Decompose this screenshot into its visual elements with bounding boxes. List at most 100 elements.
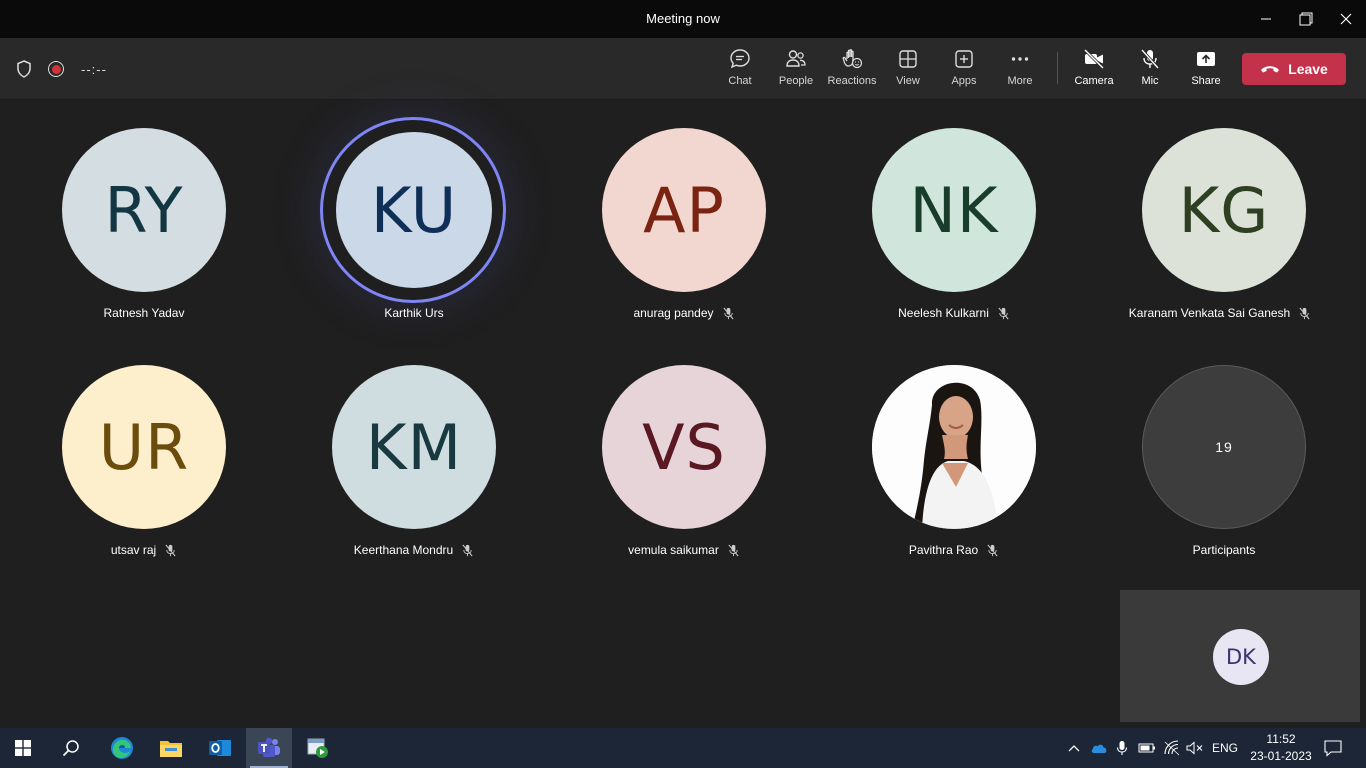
add-app-icon [955,50,973,68]
participant-name-text: Pavithra Rao [908,543,979,557]
reactions-label: Reactions [827,75,877,87]
overflow-count: 19 [1142,365,1306,529]
grid-view-icon [899,50,917,68]
volume-tray-icon[interactable] [1186,728,1204,768]
hang-up-icon [1261,66,1280,73]
chat-button[interactable]: Chat [712,48,768,94]
participant-name-text: Keerthana Mondru [353,543,454,557]
microphone-icon [1116,741,1128,755]
more-dots-icon [1011,57,1029,61]
apps-button[interactable]: Apps [936,48,992,94]
self-avatar: DK [1213,629,1269,685]
notification-icon [1324,740,1342,757]
taskbar-search-button[interactable] [48,728,94,768]
speaker-muted-icon [1186,741,1203,755]
leave-button[interactable]: Leave [1242,53,1346,85]
input-language[interactable]: ENG [1212,741,1238,755]
person-photo-icon [872,365,1036,529]
system-clock[interactable]: 11:52 23-01-2023 [1250,731,1312,765]
wifi-icon [1164,740,1180,756]
leave-label: Leave [1288,61,1328,77]
mic-label: Mic [1141,75,1159,87]
participant-name: utsav raj [4,543,284,557]
participant-name-text: Ratnesh Yadav [103,306,185,320]
close-button[interactable] [1326,0,1366,38]
clock-date: 23-01-2023 [1250,749,1312,763]
show-hidden-icons-button[interactable] [1066,728,1082,768]
file-explorer-app[interactable] [148,728,194,768]
participant-tile[interactable]: VS vemula saikumar [544,365,784,575]
mic-button[interactable]: Mic [1122,48,1178,94]
more-button[interactable]: More [992,48,1048,94]
edge-icon [111,737,133,759]
participant-name: vemula saikumar [544,543,824,557]
recording-icon [48,61,64,77]
avatar: AP [602,128,766,292]
chat-icon [730,49,750,69]
cloud-icon [1091,744,1107,753]
chevron-up-icon [1068,745,1080,752]
muted-mic-icon [722,307,734,319]
avatar: UR [62,365,226,529]
chat-label: Chat [728,75,752,87]
camera-button[interactable]: Camera [1066,48,1122,94]
shield-icon[interactable] [16,60,32,83]
network-tray-icon[interactable] [1163,728,1181,768]
apps-label: Apps [951,75,977,87]
people-button[interactable]: People [768,48,824,94]
participant-tile[interactable]: Pavithra Rao [814,365,1054,575]
share-label: Share [1191,75,1221,87]
view-button[interactable]: View [880,48,936,94]
file-explorer-icon [160,741,182,757]
more-label: More [1007,75,1033,87]
restore-button[interactable] [1286,0,1326,38]
profile-photo [872,365,1036,529]
muted-mic-icon [728,544,739,556]
participant-name: Ratnesh Yadav [4,306,284,320]
reactions-button[interactable]: Reactions [824,48,880,94]
participant-tile[interactable]: AP anurag pandey [544,128,784,338]
start-icon [15,740,31,756]
people-label: People [778,75,814,87]
view-label: View [896,75,920,87]
participant-name: Participants [1084,543,1364,557]
battery-icon [1138,743,1155,753]
participant-name: anurag pandey [544,306,824,320]
media-app[interactable] [295,728,341,768]
participant-name: Keerthana Mondru [274,543,554,557]
participant-name: Pavithra Rao [814,543,1094,557]
self-view[interactable]: DK [1120,590,1360,722]
participant-tile[interactable]: NK Neelesh Kulkarni [814,128,1054,338]
participant-name: Karthik Urs [274,306,554,320]
avatar: VS [602,365,766,529]
onedrive-tray-icon[interactable] [1090,728,1108,768]
share-button[interactable]: Share [1178,48,1234,94]
participant-tile[interactable]: KU Karthik Urs [274,128,514,338]
edge-app[interactable] [99,728,145,768]
muted-mic-icon [998,307,1009,319]
overflow-participants-tile[interactable]: 19 Participants [1084,365,1324,575]
participant-name-text: Karthik Urs [384,306,444,320]
participant-name-text: anurag pandey [633,306,714,320]
teams-icon [258,737,280,757]
avatar: KG [1142,128,1306,292]
participant-tile[interactable]: UR utsav raj [4,365,244,575]
participant-name-text: Karanam Venkata Sai Ganesh [1128,306,1291,320]
notifications-button[interactable] [1324,728,1342,768]
outlook-app[interactable] [197,728,243,768]
participant-tile[interactable]: KG Karanam Venkata Sai Ganesh [1084,128,1324,338]
participant-name: Neelesh Kulkarni [814,306,1094,320]
participant-tile[interactable]: RY Ratnesh Yadav [4,128,244,338]
microphone-tray-icon[interactable] [1116,728,1128,768]
camera-label: Camera [1074,75,1114,87]
toolbar-divider [1057,52,1058,84]
participant-tile[interactable]: KM Keerthana Mondru [274,365,514,575]
participant-name-text: vemula saikumar [628,543,719,557]
minimize-button[interactable] [1246,0,1286,38]
meeting-timer: --:-- [81,62,107,77]
teams-app[interactable] [246,728,292,768]
camera-off-icon [1083,48,1105,70]
meeting-toolbar: --:-- Chat People Reactions View Apps Mo… [0,38,1366,100]
battery-tray-icon[interactable] [1138,728,1156,768]
start-button[interactable] [0,728,46,768]
